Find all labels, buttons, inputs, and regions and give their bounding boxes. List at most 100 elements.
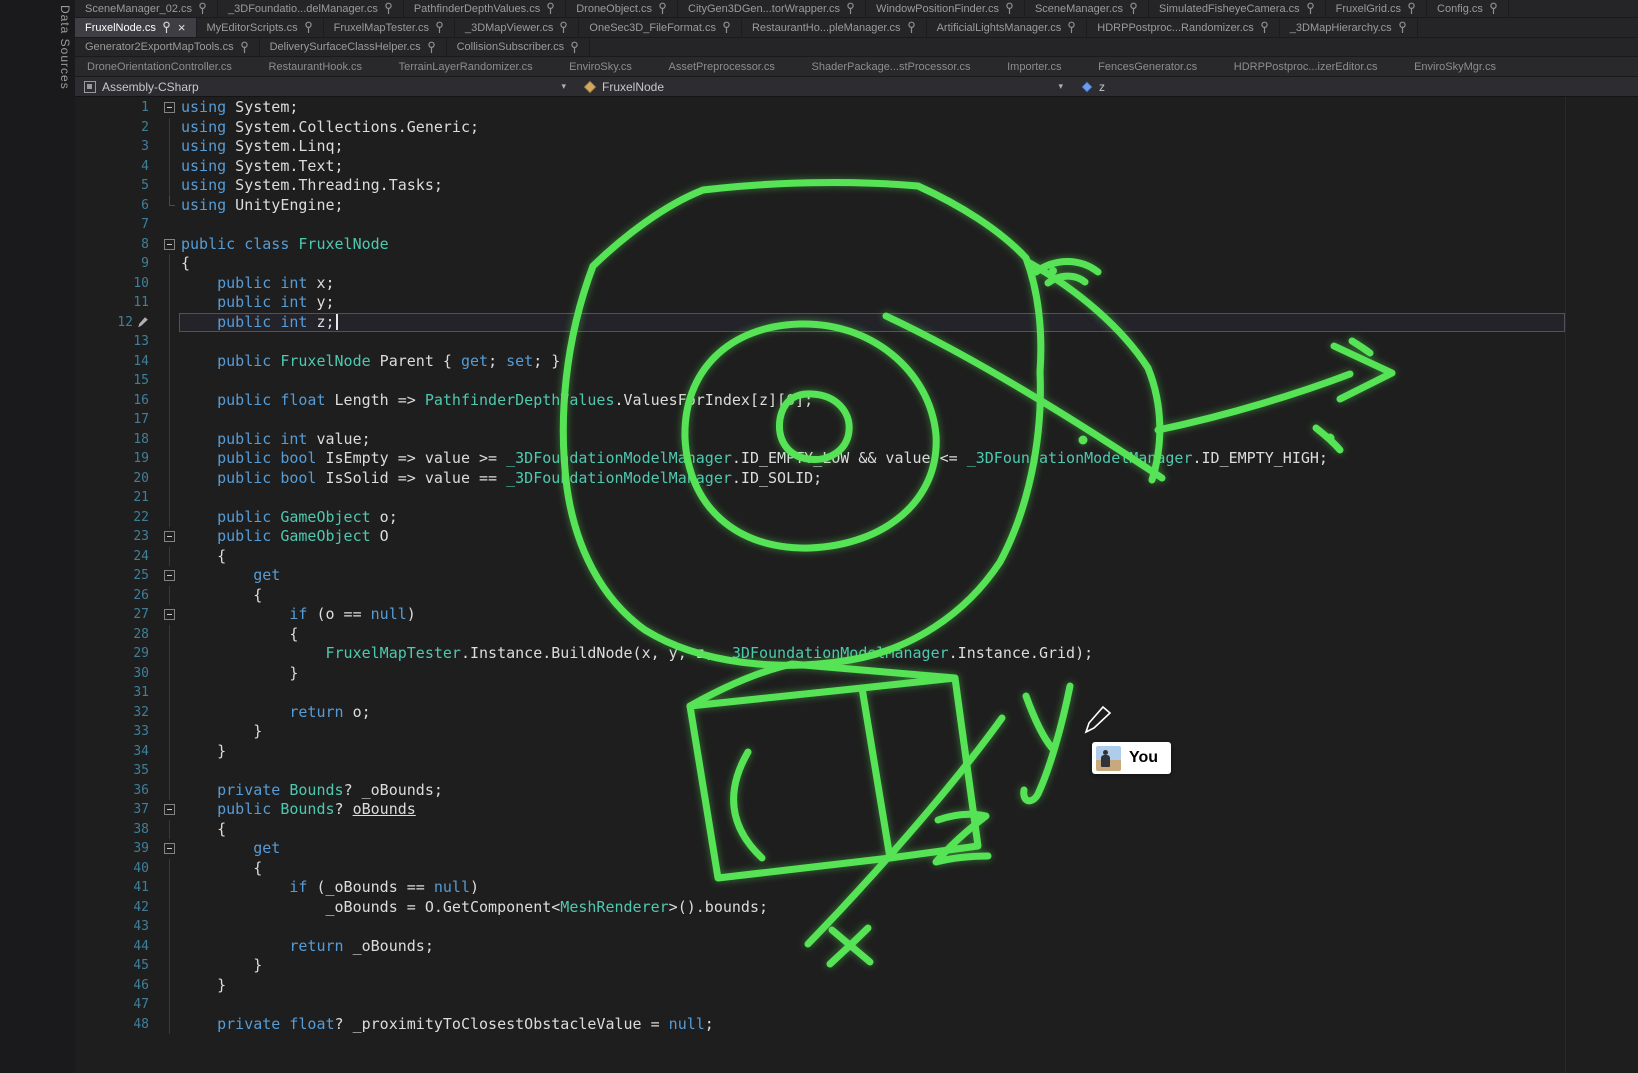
tab-myeditorscripts-cs[interactable]: MyEditorScripts.cs (197, 18, 324, 37)
tab-enviroskymgr-cs[interactable]: EnviroSkyMgr.cs (1412, 57, 1498, 76)
tab-restaurantho-plemanager-cs[interactable]: RestaurantHo...pleManager.cs (742, 18, 927, 37)
fold-margin[interactable] (159, 235, 179, 255)
fold-margin[interactable] (159, 800, 179, 820)
tab-citygen3dgen-torwrapper-cs[interactable]: CityGen3DGen...torWrapper.cs (678, 0, 866, 17)
collapse-box-icon[interactable] (164, 239, 175, 250)
tab-terrainlayerrandomizer-cs[interactable]: TerrainLayerRandomizer.cs (397, 57, 535, 76)
pin-icon[interactable] (304, 21, 313, 34)
code-line-11[interactable]: 11 public int y; (75, 293, 1638, 313)
code-line-31[interactable]: 31 (75, 683, 1638, 703)
code-line-33[interactable]: 33 } (75, 722, 1638, 742)
pin-icon[interactable] (846, 2, 855, 15)
code-line-38[interactable]: 38 { (75, 820, 1638, 840)
code-line-25[interactable]: 25 get (75, 566, 1638, 586)
code-line-10[interactable]: 10 public int x; (75, 274, 1638, 294)
code-line-47[interactable]: 47 (75, 995, 1638, 1015)
tab-generator2exportmaptools-cs[interactable]: Generator2ExportMapTools.cs (75, 38, 260, 56)
tab-droneobject-cs[interactable]: DroneObject.cs (566, 0, 678, 17)
code-line-28[interactable]: 28 { (75, 625, 1638, 645)
code-line-22[interactable]: 22 public GameObject o; (75, 508, 1638, 528)
tab-shaderpackage-stprocessor-cs[interactable]: ShaderPackage...stProcessor.cs (810, 57, 973, 76)
pin-icon[interactable] (427, 41, 436, 54)
collapse-box-icon[interactable] (164, 609, 175, 620)
code-line-29[interactable]: 29 FruxelMapTester.Instance.BuildNode(x,… (75, 644, 1638, 664)
code-line-40[interactable]: 40 { (75, 859, 1638, 879)
pin-icon[interactable] (240, 41, 249, 54)
tab--3dfoundatio-delmanager-cs[interactable]: _3DFoundatio...delManager.cs (218, 0, 404, 17)
tab-importer-cs[interactable]: Importer.cs (1005, 57, 1063, 76)
code-line-36[interactable]: 36 private Bounds? _oBounds; (75, 781, 1638, 801)
member-dropdown[interactable]: z (1072, 77, 1638, 96)
pin-icon[interactable] (559, 21, 568, 34)
chevron-down-icon[interactable]: ▾ (1058, 81, 1063, 92)
tab-deliverysurfaceclasshelper-cs[interactable]: DeliverySurfaceClassHelper.cs (260, 38, 447, 56)
code-line-4[interactable]: 4using System.Text; (75, 157, 1638, 177)
fold-margin[interactable] (159, 605, 179, 625)
chevron-down-icon[interactable]: ▾ (561, 81, 566, 92)
code-line-44[interactable]: 44 return _oBounds; (75, 937, 1638, 957)
code-line-7[interactable]: 7 (75, 215, 1638, 235)
pin-icon[interactable] (384, 2, 393, 15)
tab-envirosky-cs[interactable]: EnviroSky.cs (567, 57, 634, 76)
code-line-34[interactable]: 34 } (75, 742, 1638, 762)
pin-icon[interactable] (1407, 2, 1416, 15)
tab-droneorientationcontroller-cs[interactable]: DroneOrientationController.cs (85, 57, 234, 76)
tab-artificiallightsmanager-cs[interactable]: ArtificialLightsManager.cs (927, 18, 1088, 37)
pin-icon[interactable] (570, 41, 579, 54)
pin-icon[interactable] (1005, 2, 1014, 15)
code-line-42[interactable]: 42 _oBounds = O.GetComponent<MeshRendere… (75, 898, 1638, 918)
tab-collisionsubscriber-cs[interactable]: CollisionSubscriber.cs (447, 38, 591, 56)
pin-icon[interactable] (658, 2, 667, 15)
code-line-23[interactable]: 23 public GameObject O (75, 527, 1638, 547)
close-icon[interactable]: × (178, 21, 186, 34)
code-line-24[interactable]: 24 { (75, 547, 1638, 567)
collapse-box-icon[interactable] (164, 570, 175, 581)
tab-onesec3d-fileformat-cs[interactable]: OneSec3D_FileFormat.cs (579, 18, 742, 37)
code-line-15[interactable]: 15 (75, 371, 1638, 391)
code-line-1[interactable]: 1using System; (75, 98, 1638, 118)
fold-margin[interactable] (159, 98, 179, 118)
code-line-19[interactable]: 19 public bool IsEmpty => value >= _3DFo… (75, 449, 1638, 469)
code-line-45[interactable]: 45 } (75, 956, 1638, 976)
code-line-30[interactable]: 30 } (75, 664, 1638, 684)
collapse-box-icon[interactable] (164, 102, 175, 113)
code-line-43[interactable]: 43 (75, 917, 1638, 937)
code-line-5[interactable]: 5using System.Threading.Tasks; (75, 176, 1638, 196)
pin-icon[interactable] (1306, 2, 1315, 15)
tab-scenemanager-cs[interactable]: SceneManager.cs (1025, 0, 1149, 17)
tab-fencesgenerator-cs[interactable]: FencesGenerator.cs (1096, 57, 1199, 76)
code-line-2[interactable]: 2using System.Collections.Generic; (75, 118, 1638, 138)
code-line-26[interactable]: 26 { (75, 586, 1638, 606)
code-line-20[interactable]: 20 public bool IsSolid => value == _3DFo… (75, 469, 1638, 489)
pin-icon[interactable] (722, 21, 731, 34)
code-line-12[interactable]: 12 public int z; (75, 313, 1638, 333)
pin-icon[interactable] (1398, 21, 1407, 34)
tab-hdrppostproc-randomizer-cs[interactable]: HDRPPostproc...Randomizer.cs (1087, 18, 1280, 37)
code-editor[interactable]: 1using System;2using System.Collections.… (75, 97, 1638, 1073)
collapse-box-icon[interactable] (164, 843, 175, 854)
collapse-box-icon[interactable] (164, 804, 175, 815)
tab-windowpositionfinder-cs[interactable]: WindowPositionFinder.cs (866, 0, 1025, 17)
code-line-35[interactable]: 35 (75, 761, 1638, 781)
code-line-39[interactable]: 39 get (75, 839, 1638, 859)
pin-icon[interactable] (1260, 21, 1269, 34)
code-line-21[interactable]: 21 (75, 488, 1638, 508)
fold-margin[interactable] (159, 527, 179, 547)
code-line-37[interactable]: 37 public Bounds? oBounds (75, 800, 1638, 820)
pin-icon[interactable] (198, 2, 207, 15)
pin-icon[interactable] (1067, 21, 1076, 34)
tab-simulatedfisheyecamera-cs[interactable]: SimulatedFisheyeCamera.cs (1149, 0, 1326, 17)
pin-icon[interactable] (435, 21, 444, 34)
code-line-41[interactable]: 41 if (_oBounds == null) (75, 878, 1638, 898)
collapse-box-icon[interactable] (164, 531, 175, 542)
code-line-9[interactable]: 9{ (75, 254, 1638, 274)
tab-restauranthook-cs[interactable]: RestaurantHook.cs (267, 57, 365, 76)
fold-margin[interactable] (159, 839, 179, 859)
tab-fruxelnode-cs[interactable]: FruxelNode.cs× (75, 18, 197, 37)
code-line-32[interactable]: 32 return o; (75, 703, 1638, 723)
code-line-16[interactable]: 16 public float Length => PathfinderDept… (75, 391, 1638, 411)
tab-scenemanager-02-cs[interactable]: SceneManager_02.cs (75, 0, 218, 17)
tab-assetpreprocessor-cs[interactable]: AssetPreprocessor.cs (667, 57, 777, 76)
project-dropdown[interactable]: Assembly-CSharp ▾ (75, 77, 575, 96)
tab-fruxelgrid-cs[interactable]: FruxelGrid.cs (1326, 0, 1427, 17)
